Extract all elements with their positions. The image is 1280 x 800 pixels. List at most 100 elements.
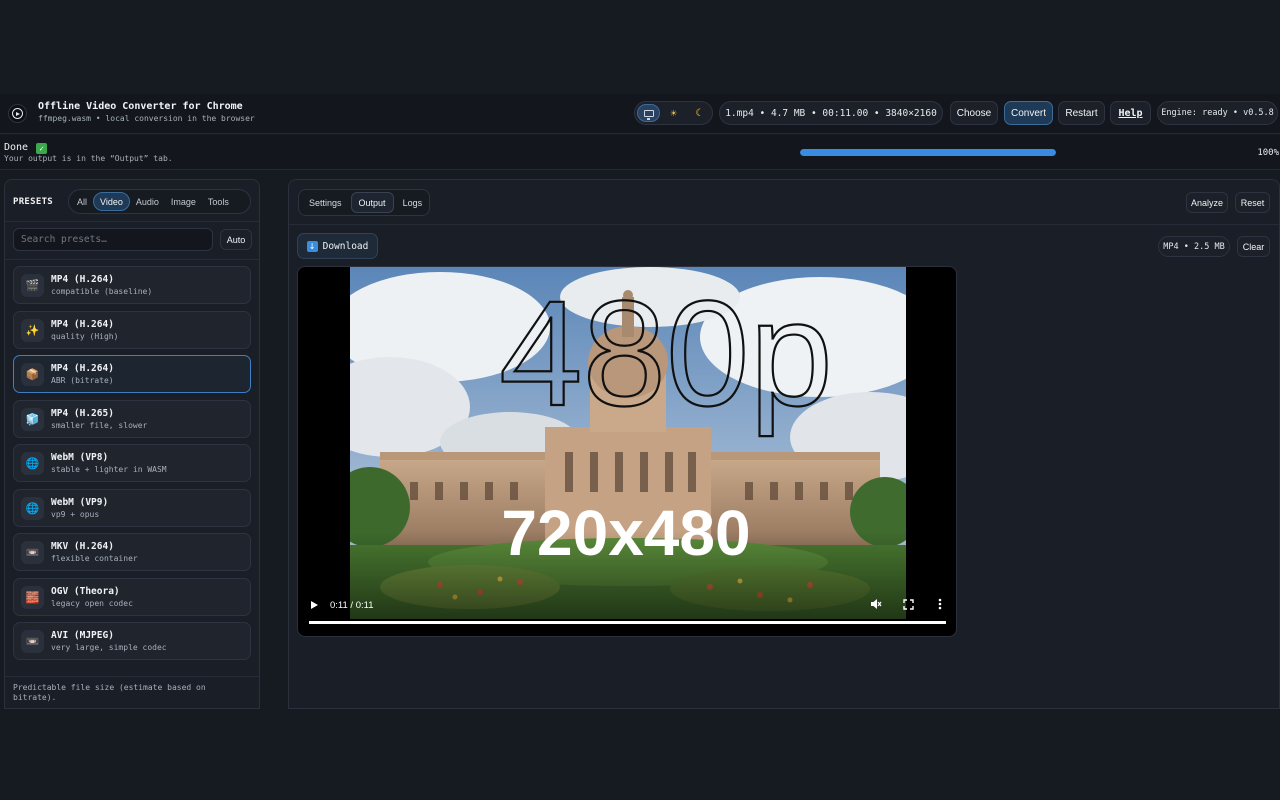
- preset-desc: quality (High): [51, 331, 119, 341]
- input-file-info: 1.mp4 • 4.7 MB • 00:11.00 • 3840×2160: [719, 101, 943, 125]
- divider: [5, 676, 259, 677]
- globe-icon: 🌐: [21, 496, 44, 520]
- preset-desc: vp9 + opus: [51, 509, 100, 519]
- help-button[interactable]: Help: [1110, 101, 1151, 125]
- mute-icon[interactable]: [868, 596, 884, 612]
- tab-settings[interactable]: Settings: [302, 192, 349, 213]
- status-title: Done ✓: [4, 142, 48, 154]
- video-player[interactable]: 480p 720x480 0:11 / 0:11: [297, 266, 957, 637]
- convert-button[interactable]: Convert: [1004, 101, 1053, 125]
- divider: [5, 221, 259, 222]
- tab-output[interactable]: Output: [350, 192, 394, 213]
- monitor-icon: [643, 109, 654, 120]
- preset-desc: stable + lighter in WASM: [51, 465, 167, 474]
- analyze-button[interactable]: Analyze: [1186, 192, 1228, 213]
- preset-item[interactable]: ✨ MP4 (H.264) quality (High): [13, 310, 251, 349]
- filter-tab-audio[interactable]: Audio: [130, 192, 165, 211]
- preset-list: 🎬 MP4 (H.264) compatible (baseline) ✨ MP4 (H…: [13, 266, 252, 667]
- theme-light-button[interactable]: ☀: [662, 104, 685, 122]
- tab-logs[interactable]: Logs: [396, 192, 430, 213]
- ice-cube-icon: 🧊: [21, 407, 44, 431]
- preset-desc: smaller file, slower: [51, 420, 148, 430]
- globe-icon: 🌐: [21, 452, 44, 475]
- filter-tab-tools[interactable]: Tools: [202, 192, 235, 211]
- video-scrubber-fill: [309, 621, 946, 624]
- sparkles-icon: ✨: [21, 318, 44, 342]
- restart-button[interactable]: Restart: [1058, 101, 1105, 125]
- reset-button[interactable]: Reset: [1235, 192, 1270, 213]
- sun-icon: ☀: [670, 106, 677, 120]
- preset-desc: flexible container: [51, 554, 138, 563]
- download-label: Download: [322, 240, 369, 252]
- preset-item[interactable]: 📦 MP4 (H.264) ABR (bitrate): [13, 355, 251, 393]
- preset-name: MKV (H.264): [51, 541, 114, 552]
- video-overlay-bottom: 720x480: [501, 497, 750, 569]
- app-logo-icon: [8, 104, 27, 123]
- presets-panel: PRESETS All Video Audio Image Tools Auto…: [4, 179, 260, 709]
- preset-filter-tabs: All Video Audio Image Tools: [68, 189, 251, 214]
- preset-name: MP4 (H.265): [51, 407, 114, 419]
- presets-title: PRESETS: [13, 197, 54, 207]
- videocassette-icon: 📼: [21, 630, 44, 653]
- clear-button[interactable]: Clear: [1237, 236, 1270, 257]
- main-panel: Settings Output Logs Analyze Reset ↓ Dow…: [288, 179, 1280, 709]
- video-scrubber[interactable]: [309, 621, 946, 624]
- choose-button[interactable]: Choose: [950, 101, 998, 125]
- divider: [289, 224, 1279, 225]
- preset-item[interactable]: 📼 MKV (H.264) flexible container: [13, 533, 251, 571]
- preset-name: MP4 (H.264): [51, 274, 114, 285]
- fullscreen-icon[interactable]: [900, 596, 916, 612]
- check-icon: ✓: [36, 143, 48, 154]
- videocassette-icon: 📼: [21, 541, 44, 564]
- video-time: 0:11 / 0:11: [330, 600, 374, 611]
- status-subtitle: Your output is in the “Output” tab.: [4, 154, 173, 163]
- app-title: Offline Video Converter for Chrome: [38, 101, 243, 112]
- preset-item[interactable]: 📼 AVI (MJPEG) very large, simple codec: [13, 622, 251, 660]
- auto-button[interactable]: Auto: [220, 229, 252, 250]
- clapperboard-icon: 🎬: [21, 274, 44, 297]
- filter-tab-image[interactable]: Image: [165, 192, 202, 211]
- engine-status: Engine: ready • v0.5.8: [1157, 101, 1278, 125]
- preset-name: WebM (VP8): [51, 452, 109, 463]
- preset-name: AVI (MJPEG): [51, 630, 114, 641]
- preset-name: MP4 (H.264): [51, 318, 114, 330]
- play-icon[interactable]: [311, 601, 318, 609]
- output-file-info: MP4 • 2.5 MB: [1158, 236, 1230, 257]
- divider: [5, 259, 259, 260]
- conversion-progress-fill: [800, 149, 1056, 156]
- video-controls: 0:11 / 0:11: [298, 587, 956, 636]
- theme-system-button[interactable]: [637, 104, 660, 122]
- preset-desc: compatible (baseline): [51, 287, 153, 296]
- preset-name: WebM (VP9): [51, 496, 109, 508]
- moon-icon: ☾: [695, 107, 702, 119]
- brick-icon: 🧱: [21, 585, 44, 609]
- preset-desc: very large, simple codec: [51, 643, 167, 652]
- app-header: Offline Video Converter for Chrome ffmpe…: [0, 94, 1280, 134]
- video-frame: 480p 720x480: [350, 267, 906, 619]
- preset-item[interactable]: 🌐 WebM (VP8) stable + lighter in WASM: [13, 444, 251, 482]
- app-subtitle: ffmpeg.wasm • local conversion in the br…: [38, 114, 255, 123]
- preset-name: OGV (Theora): [51, 585, 120, 597]
- preset-item[interactable]: 🎬 MP4 (H.264) compatible (baseline): [13, 266, 251, 304]
- package-icon: 📦: [21, 363, 44, 386]
- main-tabs: Settings Output Logs: [298, 189, 430, 216]
- preset-item[interactable]: 🌐 WebM (VP9) vp9 + opus: [13, 488, 251, 527]
- download-button[interactable]: ↓ Download: [297, 233, 378, 259]
- preset-search-input[interactable]: [13, 228, 213, 251]
- video-frame-image: 480p 720x480: [350, 267, 906, 619]
- conversion-progress-bar: [800, 149, 1056, 156]
- theme-switcher: ☀ ☾: [634, 101, 713, 125]
- filter-tab-video[interactable]: Video: [93, 192, 130, 211]
- preset-desc: legacy open codec: [51, 598, 133, 608]
- filter-tab-all[interactable]: All: [71, 192, 93, 211]
- more-options-icon[interactable]: [932, 596, 948, 612]
- theme-dark-button[interactable]: ☾: [687, 104, 710, 122]
- preset-item[interactable]: 🧊 MP4 (H.265) smaller file, slower: [13, 399, 251, 438]
- preset-description: Predictable file size (estimate based on…: [13, 683, 206, 702]
- preset-desc: ABR (bitrate): [51, 376, 114, 385]
- preset-item[interactable]: 🧱 OGV (Theora) legacy open codec: [13, 577, 251, 616]
- conversion-progress-text: 100%: [1257, 148, 1279, 158]
- video-overlay-top: 480p: [499, 269, 833, 437]
- status-title-text: Done: [4, 142, 29, 153]
- status-bar: Done ✓ Your output is in the “Output” ta…: [0, 135, 1280, 170]
